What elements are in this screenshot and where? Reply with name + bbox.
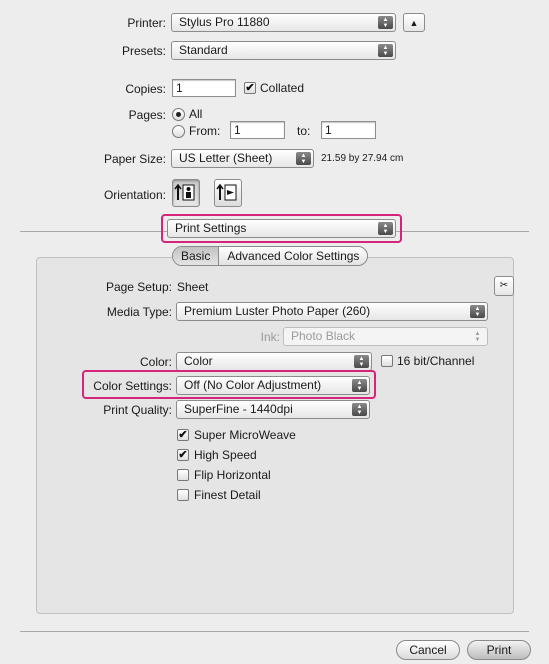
landscape-orientation-icon <box>216 183 237 201</box>
media-type-label: Media Type: <box>106 305 172 319</box>
presets-value: Standard <box>179 43 228 57</box>
popup-arrows-icon: ▲ ▼ <box>378 44 393 57</box>
pages-from-field[interactable]: 1 <box>230 121 285 139</box>
printer-label: Printer: <box>127 16 166 30</box>
finest-detail-label: Finest Detail <box>194 488 261 502</box>
super-microweave-checkbox[interactable]: ✔ <box>177 429 189 441</box>
ink-label: Ink: <box>260 330 280 344</box>
high-speed-checkbox[interactable]: ✔ <box>177 449 189 461</box>
collated-label: Collated <box>260 81 305 95</box>
pages-label: Pages: <box>128 108 166 122</box>
16bit-checkbox[interactable] <box>381 355 393 367</box>
flip-horizontal-checkbox[interactable] <box>177 469 189 481</box>
printer-value: Stylus Pro 11880 <box>179 15 270 29</box>
printer-popup[interactable]: Stylus Pro 11880 ▲ ▼ <box>171 13 396 32</box>
ink-popup[interactable]: Photo Black ▲ ▼ <box>283 327 488 346</box>
color-popup[interactable]: Color ▲ ▼ <box>176 352 372 371</box>
color-settings-highlight <box>82 370 376 399</box>
pages-all-radio[interactable] <box>172 108 185 121</box>
16bit-label: 16 bit/Channel <box>397 354 475 368</box>
disclosure-button[interactable]: ▲ <box>403 13 425 32</box>
color-value: Color <box>184 354 213 368</box>
copies-field[interactable]: 1 <box>172 79 236 97</box>
pages-from-radio[interactable] <box>172 125 185 138</box>
media-type-value: Premium Luster Photo Paper (260) <box>184 304 371 318</box>
tools-icon: ✂ <box>499 280 509 291</box>
popup-arrows-icon: ▲ ▼ <box>296 152 311 165</box>
tab-advanced-color[interactable]: Advanced Color Settings <box>219 247 367 265</box>
pages-from-label: From: <box>189 124 221 138</box>
pages-all-label: All <box>189 107 203 121</box>
popup-arrows-icon: ▲ ▼ <box>470 305 485 318</box>
print-button[interactable]: Print <box>467 640 531 660</box>
orientation-label: Orientation: <box>103 188 166 202</box>
page-setup-value: Sheet <box>177 280 209 294</box>
flip-horizontal-label: Flip Horizontal <box>194 468 271 482</box>
paper-size-label: Paper Size: <box>103 152 166 166</box>
landscape-button[interactable] <box>214 179 242 207</box>
utility-button[interactable]: ✂ <box>494 276 514 296</box>
popup-arrows-icon: ▲ ▼ <box>352 403 367 416</box>
paper-size-value: US Letter (Sheet) <box>179 151 273 165</box>
presets-label: Presets: <box>121 44 166 58</box>
cancel-button[interactable]: Cancel <box>396 640 460 660</box>
print-settings-highlight <box>161 214 402 243</box>
paper-dimensions: 21.59 by 27.94 cm <box>321 153 404 164</box>
print-quality-popup[interactable]: SuperFine - 1440dpi ▲ ▼ <box>176 400 370 419</box>
page-setup-label: Page Setup: <box>105 280 172 294</box>
copies-label: Copies: <box>125 82 166 96</box>
ink-value: Photo Black <box>291 329 356 343</box>
popup-arrows-icon: ▲ ▼ <box>354 355 369 368</box>
disclosure-triangle-icon: ▲ <box>409 18 419 28</box>
presets-popup[interactable]: Standard ▲ ▼ <box>171 41 396 60</box>
bottom-separator <box>20 631 529 632</box>
finest-detail-checkbox[interactable] <box>177 489 189 501</box>
high-speed-label: High Speed <box>194 448 257 462</box>
popup-arrows-icon: ▲ ▼ <box>378 16 393 29</box>
tab-control: Basic Advanced Color Settings <box>172 246 369 266</box>
media-type-popup[interactable]: Premium Luster Photo Paper (260) ▲ ▼ <box>176 302 488 321</box>
super-microweave-label: Super MicroWeave <box>194 428 296 442</box>
portrait-button[interactable] <box>172 179 200 207</box>
portrait-orientation-icon <box>174 183 195 201</box>
pages-to-field[interactable]: 1 <box>321 121 376 139</box>
tab-basic[interactable]: Basic <box>173 247 220 265</box>
collated-checkbox[interactable]: ✔ <box>244 82 256 94</box>
color-label: Color: <box>139 355 172 369</box>
pages-to-label: to: <box>297 124 311 138</box>
print-quality-value: SuperFine - 1440dpi <box>184 402 293 416</box>
print-quality-label: Print Quality: <box>103 403 172 417</box>
paper-size-popup[interactable]: US Letter (Sheet) ▲ ▼ <box>171 149 314 168</box>
popup-arrows-icon: ▲ ▼ <box>474 331 481 343</box>
